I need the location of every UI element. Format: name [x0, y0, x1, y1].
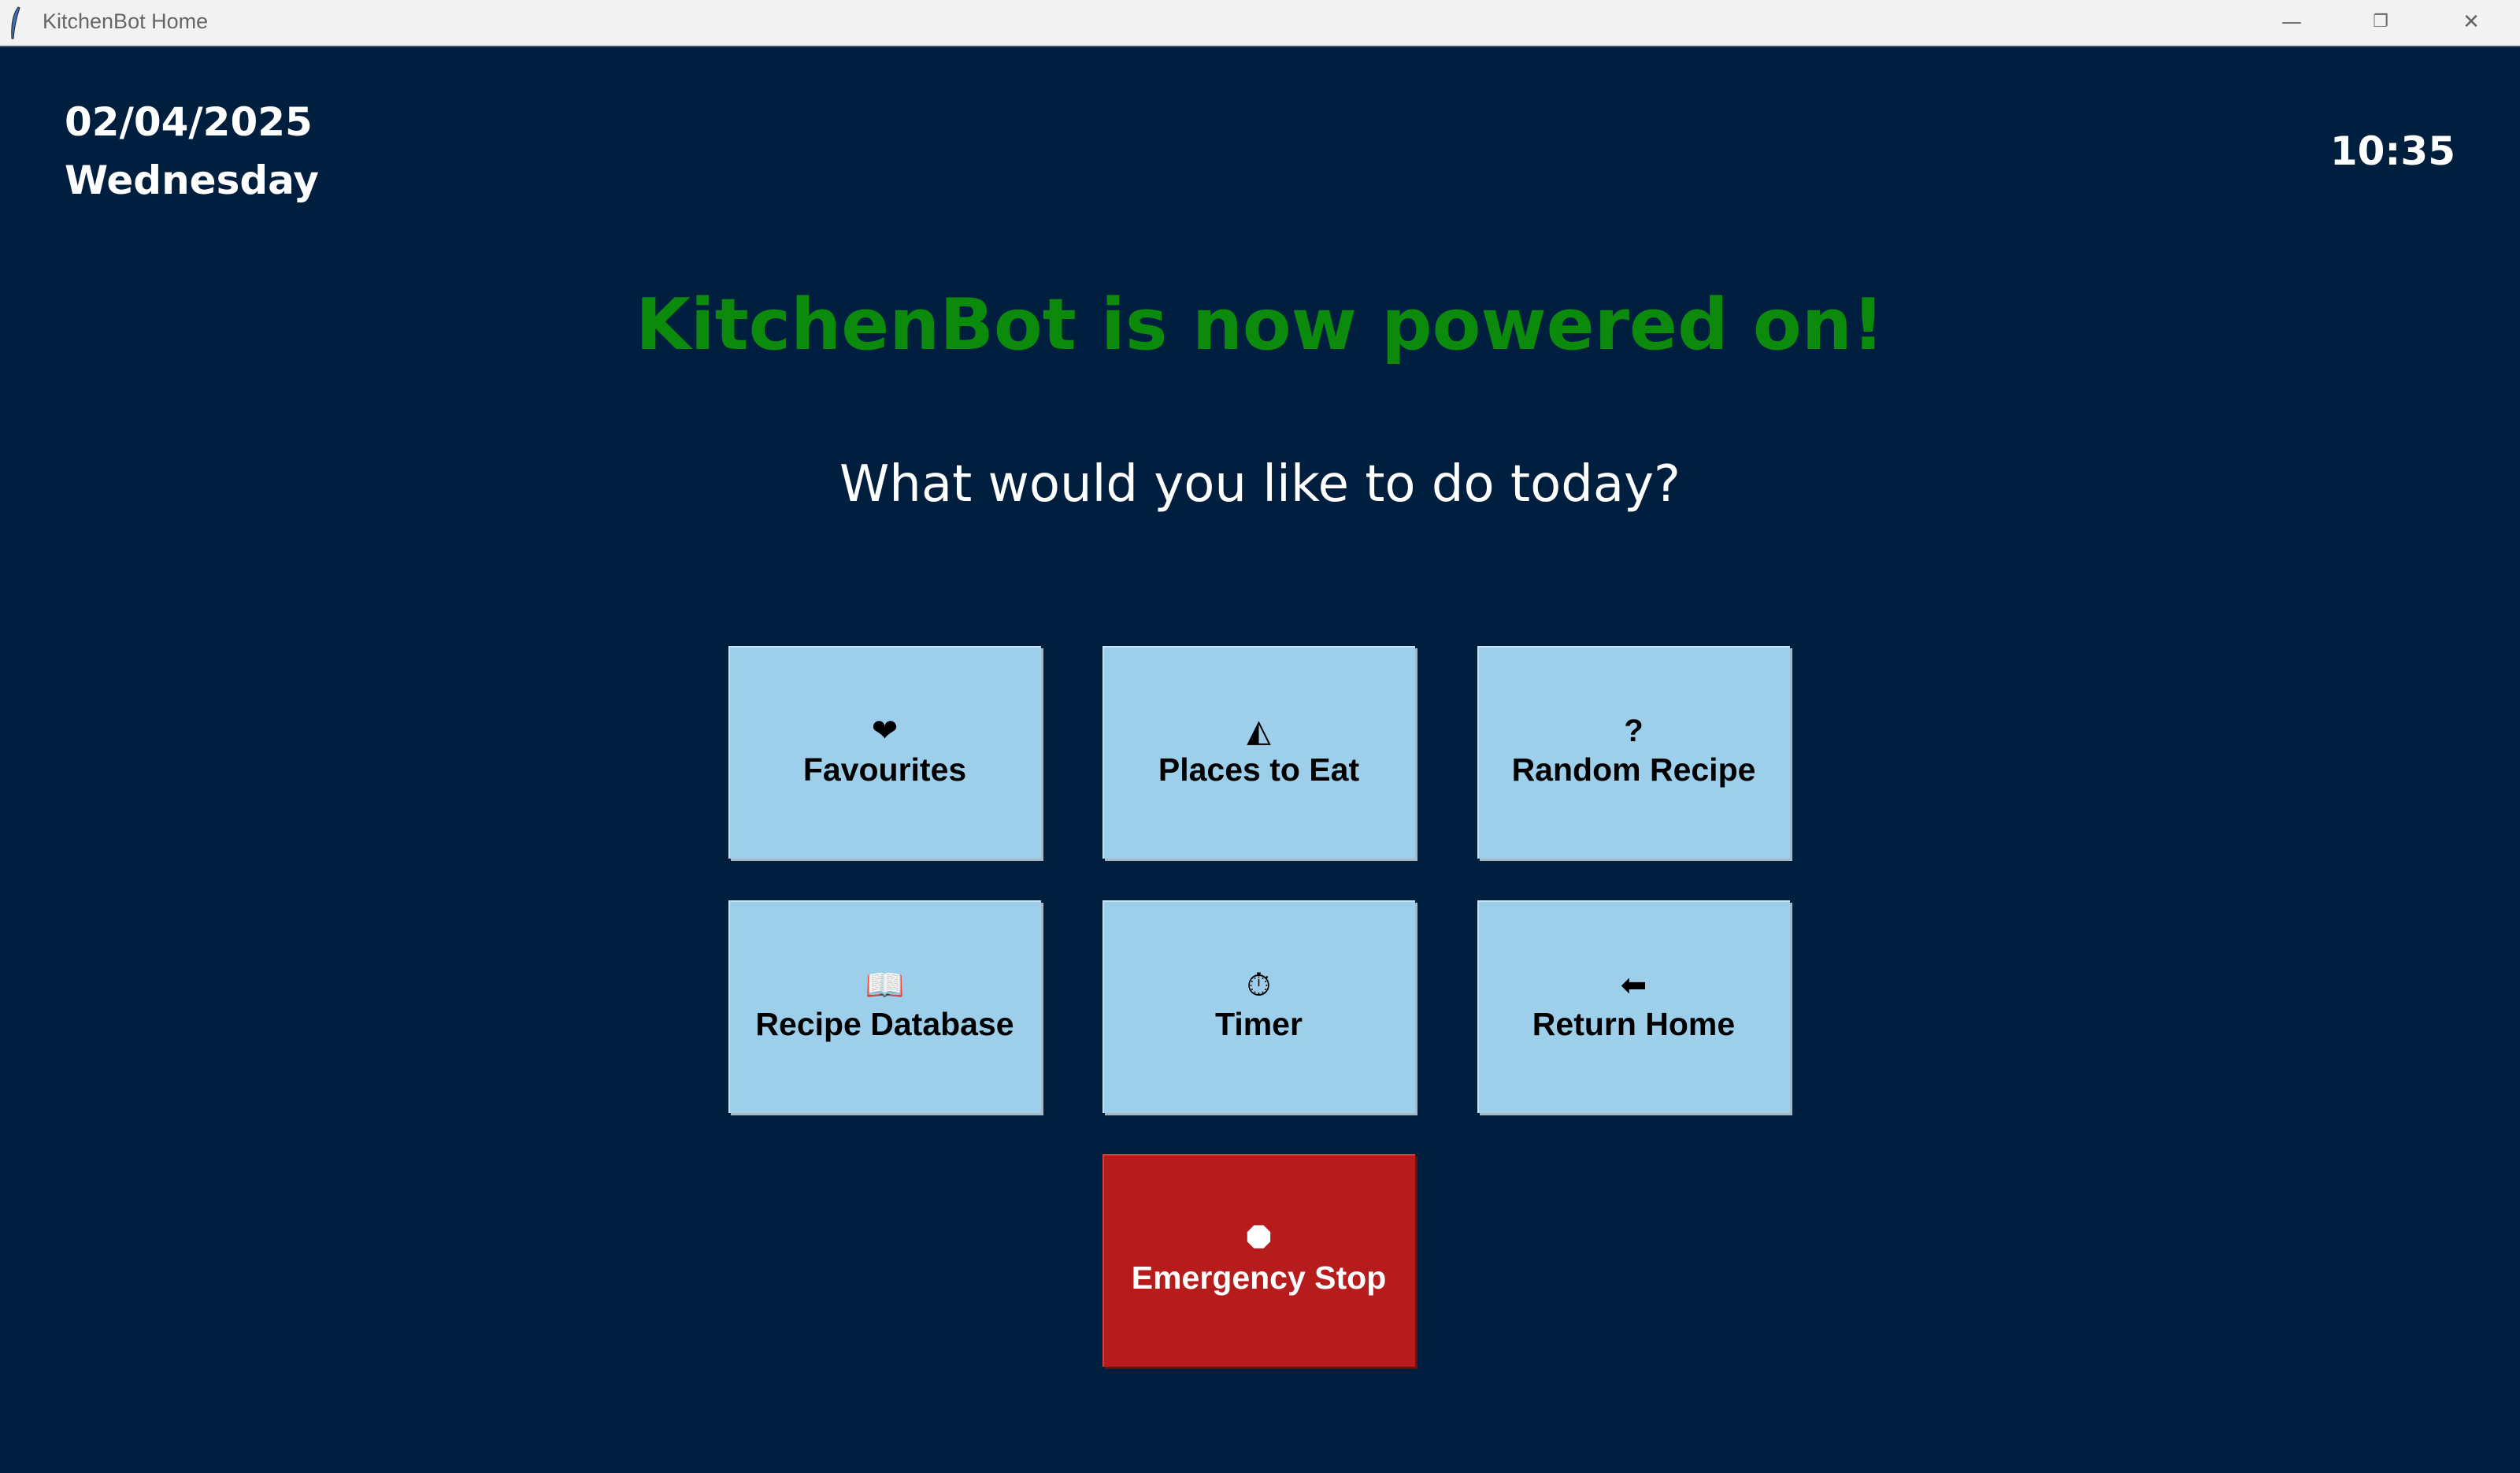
restore-button[interactable]: ❐ — [2357, 5, 2404, 39]
button-label: Places to Eat — [1158, 751, 1360, 788]
window-title: KitchenBot Home — [43, 9, 209, 33]
button-label: Return Home — [1532, 1005, 1736, 1042]
clock-label: 10:35 — [2329, 128, 2455, 174]
button-label: Favourites — [802, 751, 967, 788]
button-label: Emergency Stop — [1131, 1259, 1387, 1296]
heart-icon: ❤ — [871, 713, 899, 748]
recipe-database-button[interactable]: 📖 Recipe Database — [728, 900, 1041, 1113]
favourites-button[interactable]: ❤ Favourites — [728, 646, 1041, 859]
emergency-stop-button[interactable]: ⯃ Emergency Stop — [1102, 1154, 1415, 1367]
button-label: Timer — [1215, 1005, 1303, 1042]
stop-sign-icon: ⯃ — [1246, 1221, 1272, 1256]
timer-button[interactable]: ⏱ Timer — [1102, 900, 1415, 1113]
pizza-icon: ◭ — [1247, 713, 1271, 748]
button-label: Random Recipe — [1511, 751, 1756, 788]
book-icon: 📖 — [865, 967, 905, 1003]
minimize-button[interactable]: — — [2268, 5, 2315, 39]
return-home-button[interactable]: ⬅ Return Home — [1477, 900, 1790, 1113]
question-icon: ? — [1624, 713, 1644, 748]
button-label: Recipe Database — [755, 1005, 1014, 1042]
weekday-label: Wednesday — [65, 158, 319, 203]
places-to-eat-button[interactable]: ◭ Places to Eat — [1102, 646, 1415, 859]
home-screen: 02/04/2025 Wednesday 10:35 KitchenBot is… — [0, 47, 2520, 1473]
close-button[interactable]: ✕ — [2448, 5, 2495, 39]
power-on-headline: KitchenBot is now powered on! — [636, 284, 1884, 366]
feather-icon — [11, 6, 20, 39]
title-bar: KitchenBot Home — ❐ ✕ — [0, 0, 2520, 47]
date-label: 02/04/2025 — [65, 99, 313, 145]
prompt-text: What would you like to do today? — [839, 455, 1681, 514]
back-arrow-icon: ⬅ — [1620, 967, 1647, 1003]
random-recipe-button[interactable]: ? Random Recipe — [1477, 646, 1790, 859]
stopwatch-icon: ⏱ — [1246, 967, 1272, 1003]
